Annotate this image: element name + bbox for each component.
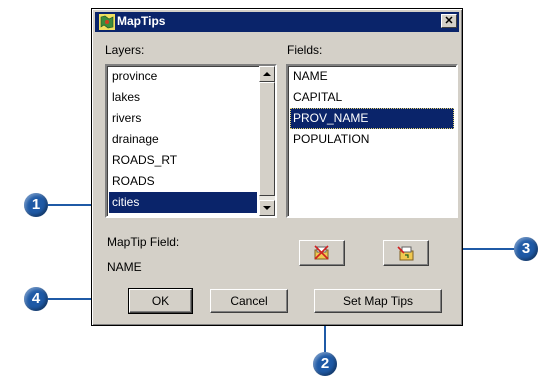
set-maptip-button[interactable] [383, 240, 429, 266]
scroll-thumb[interactable] [259, 82, 275, 196]
fields-list-item[interactable]: CAPITAL [290, 87, 454, 108]
clear-maptip-icon [314, 245, 329, 260]
ok-button[interactable]: OK [128, 288, 193, 314]
fields-label: Fields: [287, 43, 323, 57]
scroll-down-button[interactable] [259, 200, 275, 216]
callout-2: 2 [313, 352, 337, 376]
set-map-tips-label: Set Map Tips [342, 294, 414, 308]
title-bar: MapTips ✕ [95, 12, 459, 32]
layers-list-item[interactable]: cities [109, 192, 257, 213]
close-icon: ✕ [444, 15, 454, 27]
maptips-app-icon [99, 14, 115, 30]
layers-label: Layers: [105, 43, 145, 57]
maptips-dialog: MapTips ✕ Layers: province lakes rivers dra… [91, 8, 463, 326]
layers-listbox[interactable]: province lakes rivers drainage ROADS_RT ROADS… [105, 64, 277, 218]
fields-listbox[interactable]: NAME CAPITAL PROV_NAME POPULATION [286, 64, 458, 218]
cancel-button[interactable]: Cancel [210, 289, 288, 313]
dialog-title: MapTips [117, 14, 166, 28]
maptip-field-value: NAME [107, 260, 142, 274]
cancel-label: Cancel [230, 294, 268, 308]
layers-list: province lakes rivers drainage ROADS_RT ROADS… [109, 66, 257, 213]
scroll-up-button[interactable] [259, 66, 275, 82]
fields-list-item[interactable]: NAME [290, 66, 454, 87]
callout-1: 1 [24, 193, 48, 217]
fields-list: NAME CAPITAL PROV_NAME POPULATION [290, 66, 454, 150]
callout-4-line [48, 298, 92, 300]
set-map-tips-button[interactable]: Set Map Tips [314, 289, 442, 313]
arrow-down-icon [263, 206, 271, 210]
layers-list-item[interactable]: rivers [109, 108, 257, 129]
layers-list-item[interactable]: ROADS [109, 171, 257, 192]
layers-list-item[interactable]: province [109, 66, 257, 87]
maptip-field-label: MapTip Field: [107, 235, 180, 249]
layers-scrollbar[interactable] [259, 66, 275, 216]
callout-3-line [463, 248, 519, 250]
clear-maptip-button[interactable] [299, 240, 345, 266]
callout-4: 4 [24, 287, 48, 311]
arrow-up-icon [263, 72, 271, 76]
layers-list-item[interactable]: drainage [109, 129, 257, 150]
set-maptip-icon [397, 246, 414, 261]
ok-label: OK [151, 294, 170, 308]
layers-list-item[interactable]: lakes [109, 87, 257, 108]
fields-list-item[interactable]: PROV_NAME [290, 108, 454, 129]
layers-list-item[interactable]: ROADS_RT [109, 150, 257, 171]
callout-3: 3 [514, 237, 538, 261]
fields-list-item[interactable]: POPULATION [290, 129, 454, 150]
close-button[interactable]: ✕ [441, 14, 457, 28]
